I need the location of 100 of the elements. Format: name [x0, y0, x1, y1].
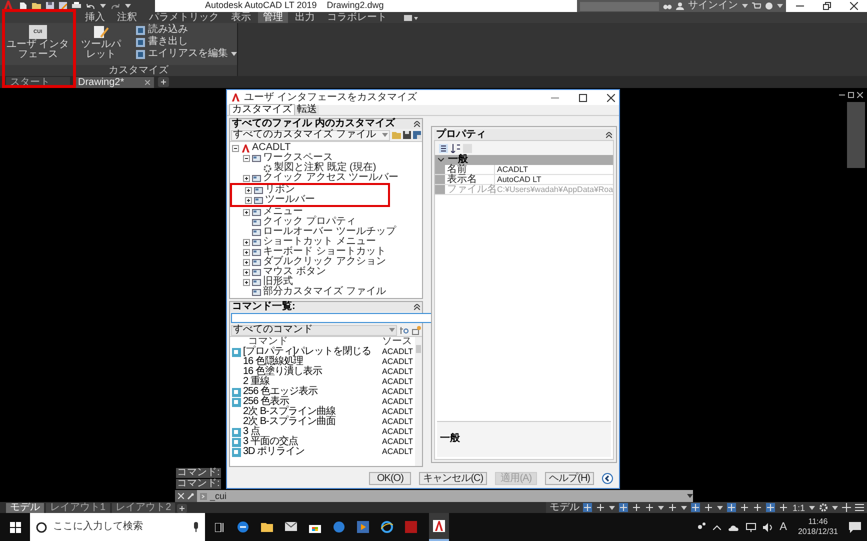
undo-icon[interactable] — [86, 2, 95, 10]
tree-item[interactable]: ショートカット メニュー — [263, 237, 376, 247]
collapse-icon[interactable] — [606, 132, 612, 138]
tree-item[interactable]: ダブルクリック アクション — [263, 257, 386, 267]
dialog-button[interactable]: ヘルプ(H) — [545, 472, 594, 485]
dialog-tab[interactable]: 転送 — [295, 105, 319, 115]
save-as-icon[interactable] — [413, 131, 421, 139]
tree-item[interactable]: ツールバー — [265, 195, 315, 205]
ribbon-button[interactable]: 書き出し — [136, 37, 237, 47]
ribbon-tab[interactable]: 挿入 — [80, 12, 110, 23]
command-name[interactable]: 3 点 — [243, 427, 260, 437]
layout-tab[interactable]: レイアウト1 — [46, 503, 110, 513]
close-icon[interactable] — [607, 94, 615, 102]
scrollbar[interactable] — [415, 337, 422, 466]
ribbon-tab[interactable]: 注釈 — [112, 12, 142, 23]
logo-icon[interactable] — [231, 93, 240, 102]
collapse-icon[interactable] — [438, 158, 444, 162]
close-icon[interactable] — [850, 2, 858, 10]
tree-item[interactable]: 旧形式 — [263, 277, 293, 287]
model-toggle[interactable]: モデル — [549, 502, 580, 512]
file-tab[interactable]: Drawing2* — [74, 77, 154, 88]
ribbon-button[interactable]: エイリアスを編集 — [136, 49, 237, 59]
tree-item[interactable]: ACADLT — [252, 143, 291, 153]
expand-icon[interactable] — [245, 196, 252, 204]
sign-in-link[interactable]: サインイン — [688, 1, 738, 11]
expand-icon[interactable] — [243, 278, 250, 286]
tree-item[interactable]: リボン — [265, 185, 295, 195]
notification-icon[interactable] — [849, 522, 861, 532]
close-icon[interactable] — [857, 92, 863, 98]
expand-icon[interactable] — [243, 238, 250, 246]
expand-icon[interactable] — [243, 174, 250, 182]
ribbon-tab[interactable]: パラメトリック — [144, 12, 224, 23]
collapse-icon[interactable] — [243, 154, 250, 162]
command-name[interactable]: 3 平面の交点 — [243, 437, 298, 447]
ribbon-button[interactable]: 読み込み — [136, 25, 237, 35]
ribbon-tab[interactable]: 管理 — [258, 12, 288, 23]
command-input[interactable]: _cui — [210, 491, 684, 501]
expand-icon[interactable] — [243, 258, 250, 266]
app-icon[interactable] — [333, 521, 345, 533]
people-icon[interactable] — [696, 522, 706, 532]
panel-toggle-icon[interactable] — [404, 14, 418, 22]
scale-button[interactable]: 1:1 — [792, 502, 805, 512]
command-name[interactable]: [プロパティ]パレットを閉じる — [243, 347, 372, 357]
cart-icon[interactable] — [752, 2, 761, 10]
dialog-button[interactable]: OK(O) — [369, 472, 412, 485]
command-name[interactable]: 2 重線 — [243, 377, 270, 387]
chevron-up-icon[interactable] — [712, 524, 721, 530]
tree-item[interactable]: 製図と注釈 既定 (現在) — [274, 163, 376, 173]
layout-tab[interactable]: モデル — [6, 503, 44, 513]
maximize-icon[interactable] — [579, 94, 587, 102]
ime-indicator[interactable]: A — [780, 518, 787, 536]
restore-icon[interactable] — [822, 2, 830, 10]
minimize-icon[interactable] — [839, 92, 845, 98]
tree-item[interactable]: クイック アクセス ツールバー — [263, 173, 399, 183]
cloud-icon[interactable] — [728, 524, 739, 530]
command-name[interactable]: 256 色表示 — [243, 397, 289, 407]
search-field[interactable] — [580, 2, 659, 10]
add-tab-icon[interactable] — [158, 77, 169, 87]
gear-icon[interactable] — [819, 503, 828, 512]
expand-icon[interactable] — [243, 268, 250, 276]
restore-icon[interactable] — [848, 92, 854, 98]
tree-item[interactable]: マウス ボタン — [263, 267, 326, 277]
command-name[interactable]: 256 色エッジ表示 — [243, 387, 318, 397]
mail-icon[interactable] — [285, 522, 297, 532]
folder-icon[interactable] — [261, 522, 273, 532]
browser-icon[interactable] — [237, 521, 249, 533]
property-value[interactable]: ACADLT — [495, 165, 614, 174]
column-header[interactable]: ソース — [382, 337, 412, 347]
taskbar-search-field[interactable]: ここに入力して検索 — [30, 513, 205, 541]
ribbon-tab[interactable]: 出力 — [290, 12, 320, 23]
expand-icon[interactable] — [243, 208, 250, 216]
taskbar-app-button[interactable] — [429, 513, 449, 541]
browser-icon[interactable] — [381, 521, 393, 533]
redo-icon[interactable] — [111, 2, 120, 10]
tree-item[interactable]: キーボード ショートカット — [263, 247, 386, 257]
volume-icon[interactable] — [762, 522, 773, 532]
collapse-icon[interactable] — [414, 121, 420, 127]
help-icon[interactable] — [765, 2, 773, 10]
command-name[interactable]: 2次 B-スプライン曲面 — [243, 417, 336, 427]
file-filter-dropdown[interactable]: すべてのカスタマイズ ファイル — [231, 130, 390, 140]
windows-icon[interactable] — [10, 522, 20, 532]
new-command-icon[interactable] — [412, 326, 421, 334]
clock[interactable]: 11:46 2018/12/31 — [794, 517, 842, 537]
menu-icon[interactable] — [855, 503, 864, 512]
add-tab-icon[interactable] — [177, 504, 188, 513]
command-name[interactable]: 16 色塗り潰し表示 — [243, 367, 322, 377]
collapse-icon[interactable] — [414, 304, 420, 310]
dialog-button[interactable]: キャンセル(C) — [419, 472, 488, 485]
command-filter-dropdown[interactable]: すべてのコマンド — [231, 324, 397, 336]
save-icon[interactable] — [403, 131, 411, 139]
sort-icon[interactable] — [451, 144, 460, 152]
tree-item[interactable]: 部分カスタマイズ ファイル — [263, 287, 386, 297]
ribbon-button[interactable]: ツールパレット — [76, 25, 125, 60]
binoculars-icon[interactable] — [663, 2, 672, 10]
tree-item[interactable]: メニュー — [263, 207, 303, 217]
tree-item[interactable]: ワークスペース — [263, 153, 333, 163]
tree-item[interactable]: ロールオーバー ツールチップ — [263, 227, 396, 237]
column-header[interactable]: コマンド — [230, 337, 382, 347]
user-icon[interactable] — [676, 2, 684, 10]
layout-tab[interactable]: レイアウト2 — [112, 503, 176, 513]
